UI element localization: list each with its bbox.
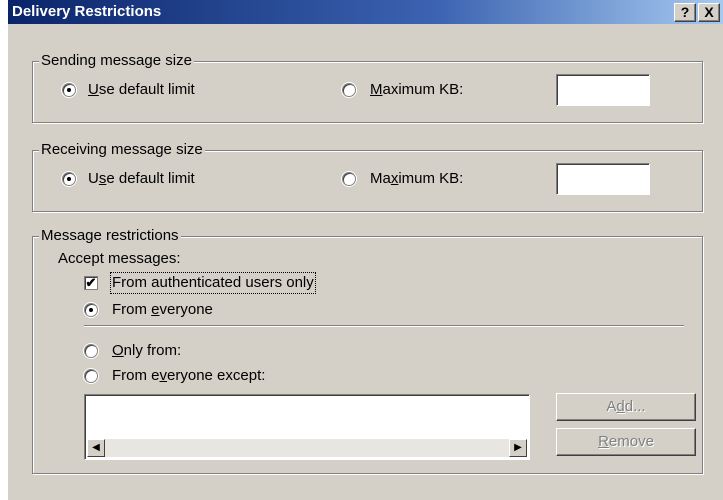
close-icon: X [704, 4, 714, 20]
receiving-maximum-radio[interactable] [342, 172, 356, 186]
close-button[interactable]: X [698, 3, 720, 22]
from-everyone-radio[interactable] [84, 303, 98, 317]
receiving-size-group-label: Receiving message size [39, 141, 205, 159]
everyone-except-label[interactable]: From everyone except: [112, 367, 265, 385]
only-from-radio[interactable] [84, 344, 98, 358]
title-bar: Delivery Restrictions ? X [8, 0, 723, 24]
receiving-maximum-input[interactable] [556, 163, 650, 195]
sending-maximum-radio[interactable] [342, 83, 356, 97]
authenticated-only-checkbox[interactable]: ✔ [84, 276, 98, 290]
everyone-except-radio[interactable] [84, 369, 98, 383]
receiving-maximum-label[interactable]: Maximum KB: [370, 170, 463, 188]
sending-maximum-label[interactable]: Maximum KB: [370, 81, 463, 99]
help-icon: ? [680, 4, 690, 20]
receiving-use-default-label[interactable]: Use default limit [88, 170, 195, 188]
sender-list-hscrollbar[interactable]: ◀ ▶ [87, 439, 527, 457]
delivery-restrictions-dialog: Delivery Restrictions ? X Sending messag… [8, 0, 723, 500]
sending-size-group-label: Sending message size [39, 52, 194, 70]
sending-maximum-input[interactable] [556, 74, 650, 106]
authenticated-only-label[interactable]: From authenticated users only [110, 272, 316, 294]
from-everyone-label[interactable]: From everyone [112, 301, 213, 319]
sender-list[interactable]: ◀ ▶ [84, 394, 530, 460]
help-button[interactable]: ? [674, 3, 696, 22]
sending-use-default-label[interactable]: Use default limit [88, 81, 195, 99]
receiving-use-default-radio[interactable] [62, 172, 76, 186]
left-arrow-icon[interactable]: ◀ [87, 439, 105, 457]
right-arrow-icon[interactable]: ▶ [509, 439, 527, 457]
remove-button[interactable]: Remove [556, 428, 696, 456]
message-restrictions-group-label: Message restrictions [39, 227, 181, 245]
sending-use-default-radio[interactable] [62, 83, 76, 97]
restrictions-divider [84, 325, 684, 327]
only-from-label[interactable]: Only from: [112, 342, 181, 360]
accept-messages-label: Accept messages: [58, 250, 181, 267]
window-title: Delivery Restrictions [12, 3, 162, 20]
add-button[interactable]: Add... [556, 393, 696, 421]
